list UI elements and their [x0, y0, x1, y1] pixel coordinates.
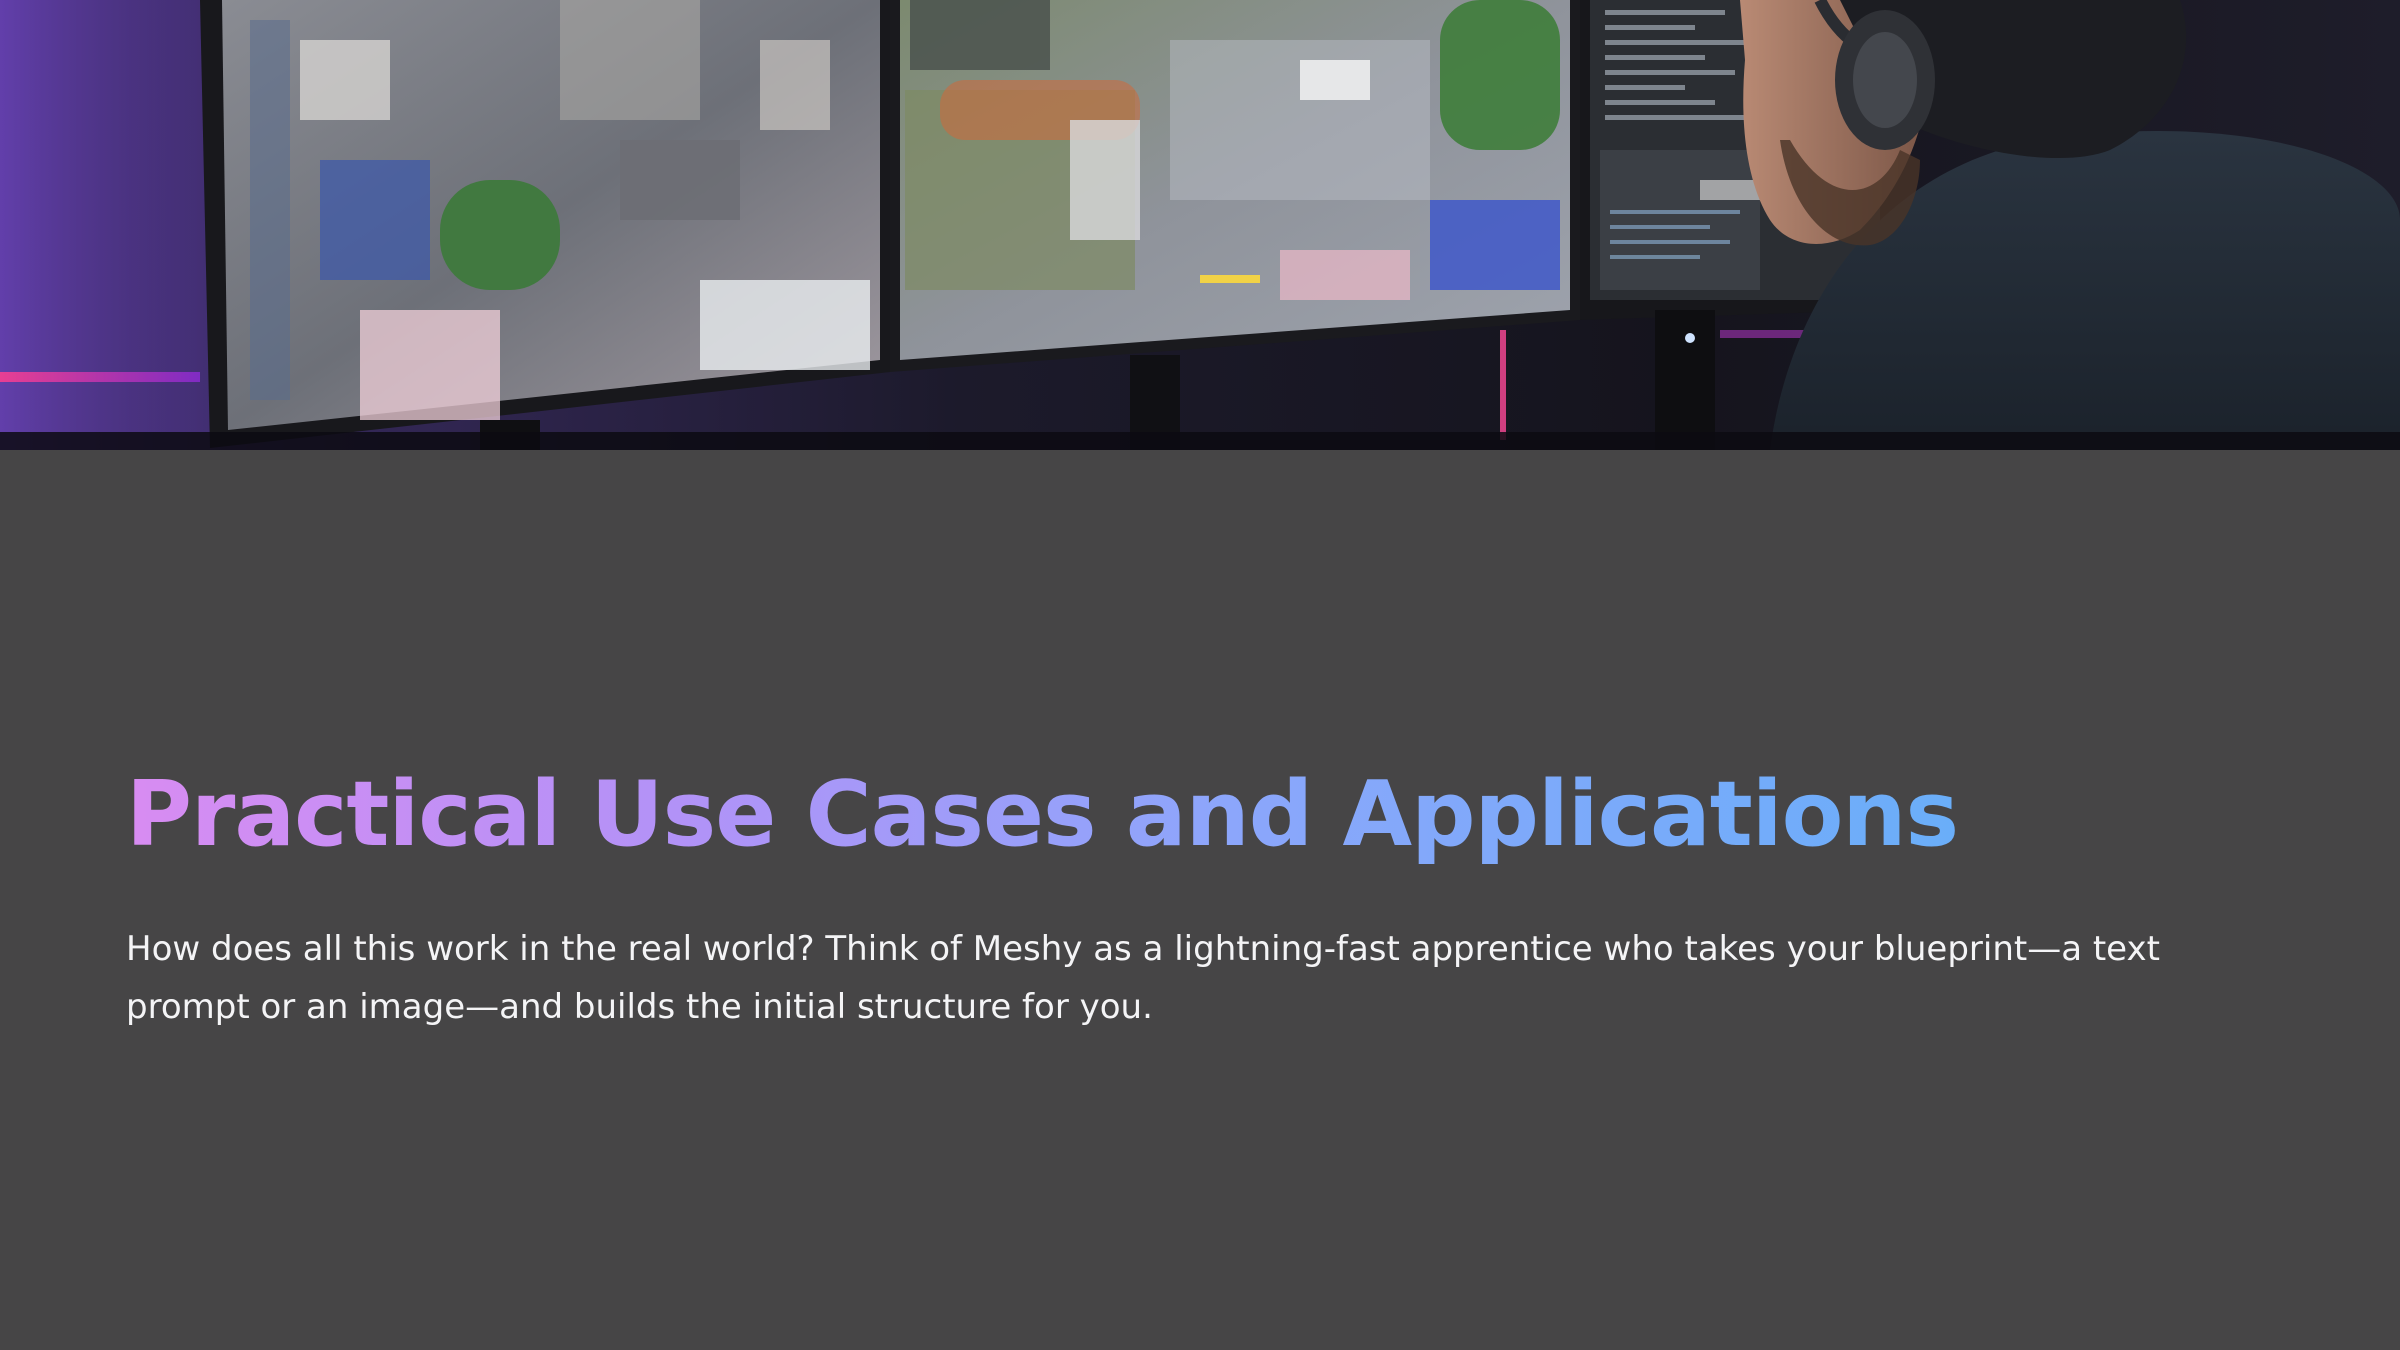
slide-content: Practical Use Cases and Applications How…: [126, 760, 2286, 1036]
slide-body-text: How does all this work in the real world…: [126, 929, 2160, 1027]
slide: Practical Use Cases and Applications How…: [0, 0, 2400, 1350]
hero-image: [0, 0, 2400, 450]
slide-title: Practical Use Cases and Applications: [126, 760, 1959, 870]
hero-photo-illustration: [0, 0, 2400, 450]
